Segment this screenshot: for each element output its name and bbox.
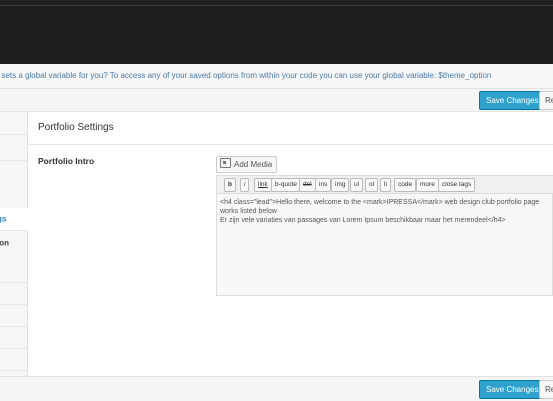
qt-del-button[interactable]: del [299, 178, 316, 192]
settings-panel: Portfolio Settings Portfolio Intro Add M… [28, 112, 553, 376]
global-variable-notice: t sets a global variable for you? To acc… [0, 64, 553, 89]
reset-button[interactable]: Re [539, 91, 553, 110]
qt-link-button[interactable]: link [254, 178, 272, 192]
qt-more-button[interactable]: more [416, 178, 439, 192]
add-media-label: Add Media [234, 160, 273, 169]
sidebar-item[interactable] [0, 134, 27, 161]
sidebar-item-portfolio-settings[interactable]: gs [0, 208, 28, 231]
save-changes-button[interactable]: Save Changes [479, 91, 546, 110]
notice-text: t sets a global variable for you? To acc… [0, 71, 492, 80]
qt-ins-button[interactable]: ins [315, 178, 332, 192]
qt-ul-button[interactable]: ul [350, 178, 364, 192]
quicktags-toolbar: b i link b-quote del ins img ul ol li co… [216, 175, 553, 193]
qt-img-button[interactable]: img [331, 178, 350, 192]
options-sidebar: gs ion [0, 112, 28, 376]
qt-code-button[interactable]: code [394, 178, 417, 192]
reset-button-bottom[interactable]: Re [539, 380, 553, 399]
save-changes-button-bottom[interactable]: Save Changes [479, 380, 546, 399]
editor-line: works listed below [220, 208, 277, 215]
qt-ol-button[interactable]: ol [365, 178, 379, 192]
sidebar-item[interactable] [0, 160, 27, 209]
sidebar-item-option[interactable]: ion [0, 230, 27, 283]
editor-line: Er zijn vele variaties van passages van … [220, 217, 506, 224]
options-header [0, 6, 553, 64]
qt-blockquote-button[interactable]: b-quote [271, 178, 302, 192]
section-title: Portfolio Settings [38, 122, 114, 133]
section-divider [28, 144, 553, 145]
sidebar-item[interactable] [0, 112, 27, 135]
sidebar-item[interactable] [0, 326, 27, 349]
portfolio-intro-label: Portfolio Intro [38, 156, 95, 166]
portfolio-intro-editor[interactable]: <h4 class="lead">Hello there, welcome to… [216, 193, 553, 296]
qt-li-button[interactable]: li [380, 178, 391, 192]
sidebar-item[interactable] [0, 304, 27, 327]
sidebar-item[interactable] [0, 282, 27, 305]
editor-line: <h4 class="lead">Hello there, welcome to… [220, 199, 540, 206]
bottom-action-bar: Save Changes Re [0, 376, 553, 401]
qt-italic-button[interactable]: i [240, 178, 250, 192]
media-icon [220, 158, 231, 168]
top-action-bar: Save Changes Re [0, 89, 553, 112]
qt-bold-button[interactable]: b [224, 178, 236, 192]
qt-close-tags-button[interactable]: close tags [438, 178, 476, 192]
add-media-button[interactable]: Add Media [216, 156, 278, 173]
sidebar-item[interactable] [0, 348, 27, 371]
